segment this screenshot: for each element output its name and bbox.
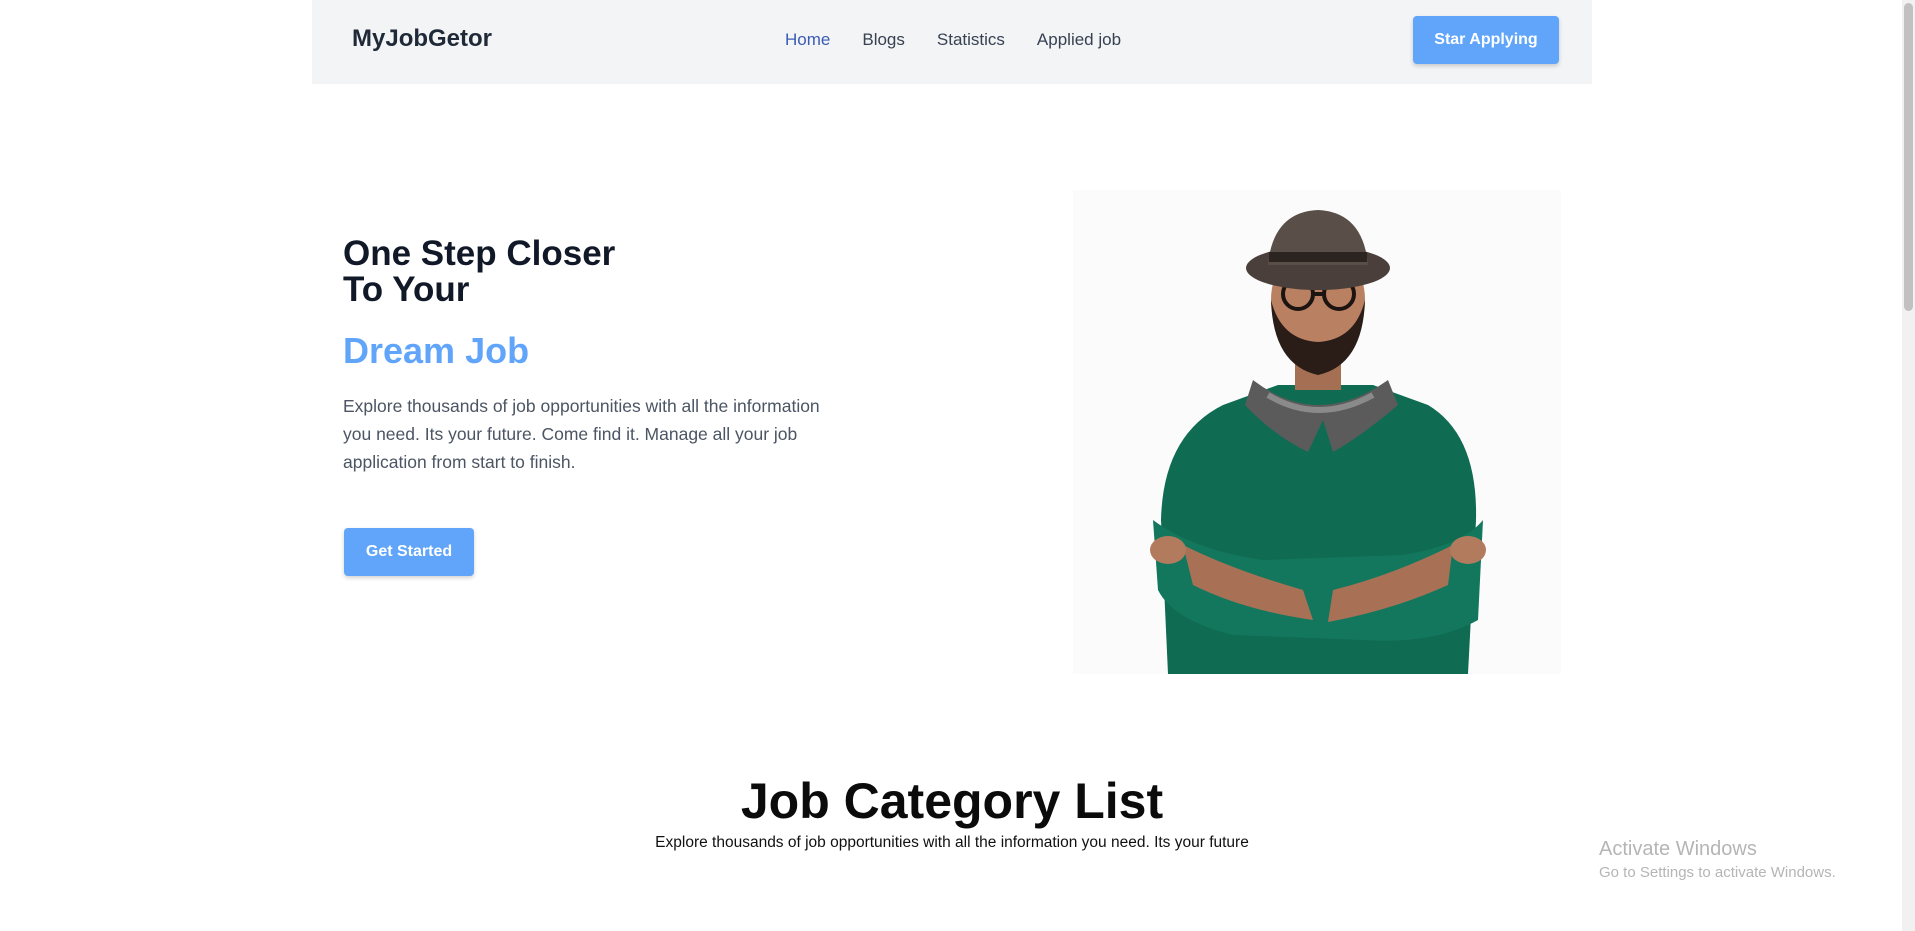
page: MyJobGetor Home Blogs Statistics Applied… [0,0,1915,931]
nav-links: Home Blogs Statistics Applied job [785,30,1121,50]
get-started-button[interactable]: Get Started [344,528,474,576]
vertical-scrollbar[interactable] [1902,0,1915,931]
nav-link-home[interactable]: Home [785,30,830,50]
job-category-title: Job Category List [740,773,1164,829]
hero-person-image [1073,190,1561,674]
nav-link-applied-job[interactable]: Applied job [1037,30,1121,50]
hero-title-line-2: To Your [343,270,470,309]
hero-title: One Step Closer To Your [343,236,743,308]
scrollbar-thumb[interactable] [1904,3,1913,311]
windows-watermark-subtitle: Go to Settings to activate Windows. [1599,864,1836,881]
nav-link-blogs[interactable]: Blogs [862,30,905,50]
nav-link-statistics[interactable]: Statistics [937,30,1005,50]
windows-watermark-title: Activate Windows [1599,838,1757,860]
hero-title-line-1: One Step Closer [343,234,616,273]
brand-logo[interactable]: MyJobGetor [352,25,492,53]
navbar: MyJobGetor Home Blogs Statistics Applied… [312,0,1592,84]
person-illustration [1150,210,1486,674]
hero-description: Explore thousands of job opportunities w… [343,396,820,472]
hero-highlight: Dream Job [343,330,530,371]
start-applying-button[interactable]: Star Applying [1413,16,1559,64]
